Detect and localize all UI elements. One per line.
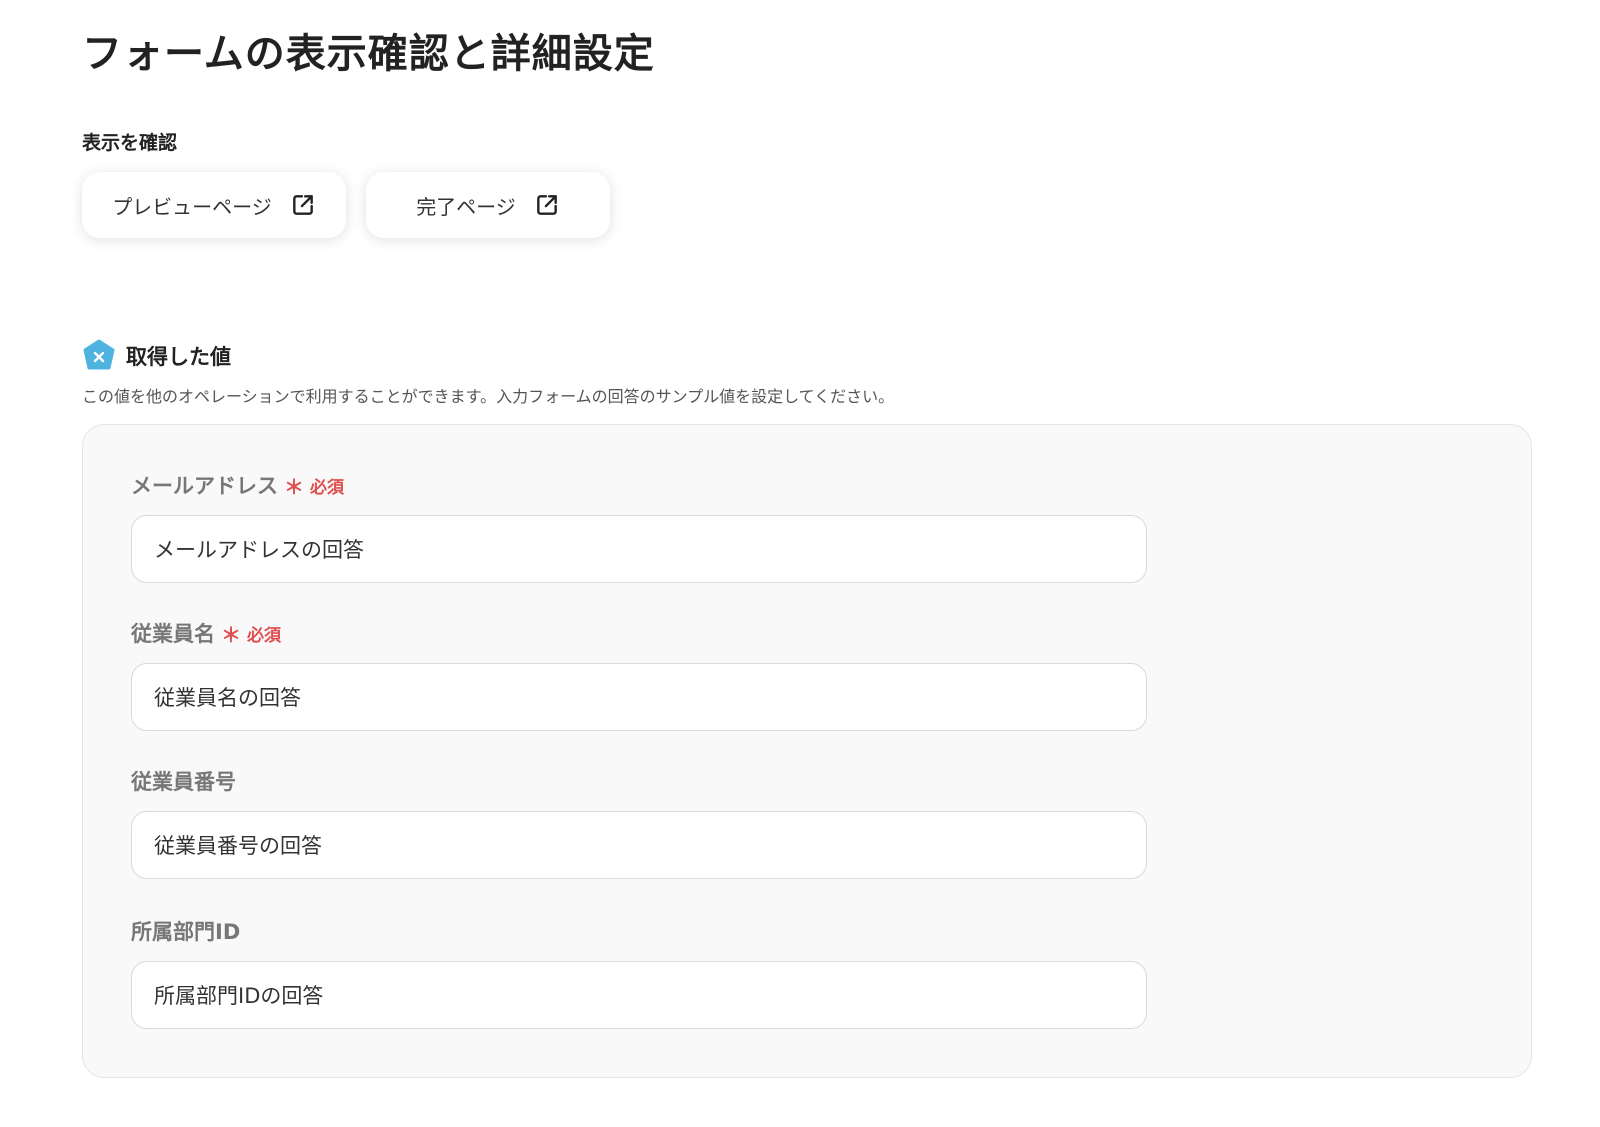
complete-page-button-label: 完了ページ [416, 194, 516, 219]
required-badge: 必須 [247, 625, 281, 646]
required-asterisk: ＊ [284, 474, 304, 499]
field-department-id: 所属部門ID [131, 915, 1147, 1029]
field-employee-number: 従業員番号 [131, 765, 1147, 879]
employee-number-sample-input[interactable] [131, 811, 1147, 879]
complete-page-button[interactable]: 完了ページ [366, 172, 610, 238]
field-label-row: 従業員番号 [131, 765, 1147, 797]
form-settings-page: フォームの表示確認と詳細設定 表示を確認 プレビューページ 完了ページ 取得した… [0, 0, 1600, 1127]
department-id-sample-input[interactable] [131, 961, 1147, 1029]
field-label-employee-number: 従業員番号 [131, 770, 236, 794]
employee-name-sample-input[interactable] [131, 663, 1147, 731]
values-section-description: この値を他のオペレーションで利用することができます。入力フォームの回答のサンプル… [82, 387, 895, 406]
page-title: フォームの表示確認と詳細設定 [82, 31, 655, 77]
values-section-title: 取得した値 [126, 345, 231, 369]
field-label-row: 従業員名 ＊ 必須 [131, 617, 1147, 649]
view-section-label: 表示を確認 [82, 132, 178, 154]
field-email: メールアドレス ＊ 必須 [131, 469, 1147, 583]
external-link-icon [290, 192, 316, 218]
required-badge: 必須 [310, 477, 344, 498]
field-employee-name: 従業員名 ＊ 必須 [131, 617, 1147, 731]
field-label-row: 所属部門ID [131, 915, 1147, 947]
email-sample-input[interactable] [131, 515, 1147, 583]
field-label-email: メールアドレス [131, 474, 278, 498]
values-section-header: 取得した値 [82, 338, 231, 374]
badge-x-icon [82, 339, 116, 373]
sample-values-panel: メールアドレス ＊ 必須 従業員名 ＊ 必須 従業員番号 所属部門ID [82, 424, 1532, 1078]
field-label-department-id: 所属部門ID [131, 920, 241, 944]
required-asterisk: ＊ [221, 622, 241, 647]
field-label-row: メールアドレス ＊ 必須 [131, 469, 1147, 501]
preview-page-button-label: プレビューページ [112, 194, 272, 219]
external-link-icon [534, 192, 560, 218]
preview-page-button[interactable]: プレビューページ [82, 172, 346, 238]
field-label-employee-name: 従業員名 [131, 622, 215, 646]
